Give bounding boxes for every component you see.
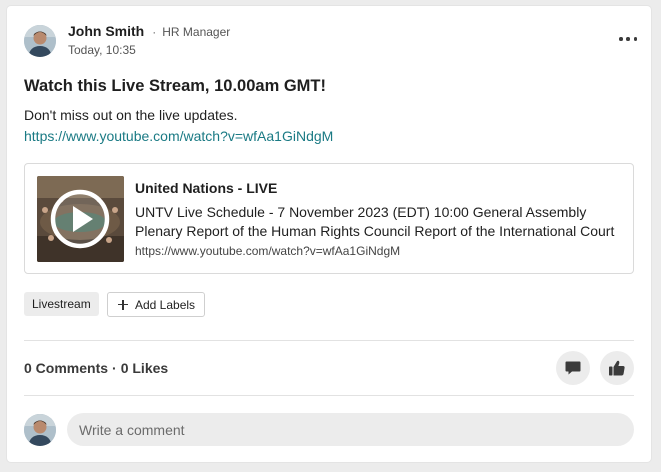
divider	[24, 395, 634, 396]
author-name[interactable]: John Smith	[68, 23, 144, 39]
comment-input[interactable]	[67, 413, 634, 446]
current-user-avatar	[24, 414, 56, 446]
post-link[interactable]: https://www.youtube.com/watch?v=wfAa1GiN…	[24, 128, 333, 144]
likes-count[interactable]: 0 Likes	[121, 360, 168, 376]
more-dots-icon[interactable]	[619, 33, 637, 45]
link-preview-card[interactable]: United Nations - LIVE UNTV Live Schedule…	[24, 163, 634, 274]
author-avatar[interactable]	[24, 25, 56, 57]
divider	[24, 340, 634, 341]
author-info: John Smith · HR Manager	[68, 23, 230, 39]
label-chip[interactable]: Livestream	[24, 292, 99, 316]
author-separator: ·	[152, 25, 157, 39]
comments-count[interactable]: 0 Comments	[24, 360, 108, 376]
post-body: Don't miss out on the live updates.	[24, 107, 238, 123]
author-role: HR Manager	[162, 25, 231, 39]
preview-description: UNTV Live Schedule - 7 November 2023 (ED…	[135, 204, 615, 239]
like-button[interactable]	[600, 351, 634, 385]
add-labels-label: Add Labels	[135, 297, 196, 312]
preview-title: United Nations - LIVE	[135, 180, 278, 196]
plus-icon	[118, 299, 128, 310]
comment-icon	[565, 361, 581, 375]
comment-button[interactable]	[556, 351, 590, 385]
post-card: John Smith · HR Manager Today, 10:35 Wat…	[7, 6, 651, 462]
post-stats: 0 Comments · 0 Likes	[24, 360, 168, 376]
preview-thumbnail[interactable]	[37, 176, 124, 262]
thumbs-up-icon	[609, 360, 625, 376]
post-title: Watch this Live Stream, 10.00am GMT!	[24, 77, 326, 95]
preview-url: https://www.youtube.com/watch?v=wfAa1GiN…	[135, 244, 401, 258]
stats-separator: ·	[112, 360, 117, 376]
post-timestamp: Today, 10:35	[68, 43, 136, 57]
add-labels-button[interactable]: Add Labels	[107, 292, 206, 317]
